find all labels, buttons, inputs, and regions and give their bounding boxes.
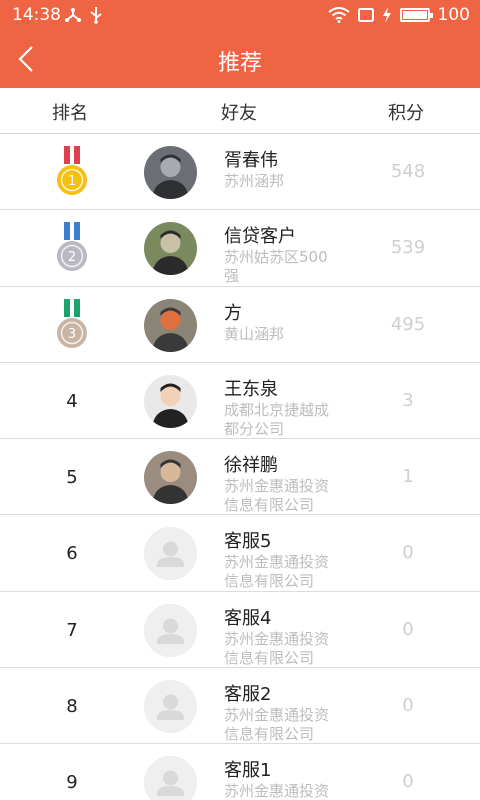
friend-name: 客服5 bbox=[224, 531, 272, 553]
rank-number: 8 bbox=[66, 696, 78, 718]
user-photo-icon bbox=[144, 451, 197, 505]
column-header-friend: 好友 bbox=[221, 103, 257, 124]
avatar[interactable] bbox=[144, 527, 197, 581]
page-title: 推荐 bbox=[217, 51, 262, 76]
default-user-icon bbox=[144, 680, 197, 734]
friend-name: 方 bbox=[224, 302, 242, 324]
friend-name: 客服2 bbox=[224, 684, 272, 706]
friend-score: 0 bbox=[402, 695, 414, 717]
user-photo-icon bbox=[144, 298, 197, 352]
friend-company: 苏州金惠通投资信息有限公司 bbox=[224, 782, 330, 800]
friend-company: 黄山涵邦 bbox=[224, 324, 285, 343]
battery-icon bbox=[399, 8, 433, 22]
friend-company: 苏州涵邦 bbox=[224, 172, 285, 190]
default-user-icon bbox=[144, 756, 197, 800]
ranking-row[interactable]: 6 客服5 苏州金惠通投资信息有限公司 0 bbox=[0, 515, 480, 592]
friend-name: 客服1 bbox=[224, 760, 272, 782]
avatar[interactable] bbox=[144, 298, 197, 352]
friend-score: 0 bbox=[402, 771, 414, 793]
avatar[interactable] bbox=[144, 374, 197, 428]
friend-score: 539 bbox=[390, 237, 426, 259]
ranking-row[interactable]: 2 信贷客户 苏州姑苏区500强 539 bbox=[0, 210, 480, 287]
friend-name: 客服4 bbox=[224, 607, 272, 629]
friend-score: 0 bbox=[402, 618, 414, 640]
friend-company: 苏州金惠通投资信息有限公司 bbox=[224, 553, 330, 591]
ranking-row[interactable]: 4 王东泉 成都北京捷越成都分公司 3 bbox=[0, 363, 480, 440]
friend-company: 苏州金惠通投资信息有限公司 bbox=[224, 706, 330, 744]
rank-number: 5 bbox=[66, 467, 78, 489]
ranking-table-header: 排名 好友 积分 bbox=[0, 88, 480, 134]
ranking-row[interactable]: 1 胥春伟 苏州涵邦 548 bbox=[0, 134, 480, 211]
battery-level: 100 bbox=[437, 5, 470, 25]
ranking-row[interactable]: 8 客服2 苏州金惠通投资信息有限公司 0 bbox=[0, 668, 480, 745]
status-system-icons: 100 bbox=[327, 5, 470, 25]
avatar[interactable] bbox=[144, 222, 197, 276]
avatar[interactable] bbox=[144, 603, 197, 657]
ranking-list: 1 胥春伟 苏州涵邦 548 2 信贷客户 苏州姑苏区500强 539 3 方黄山涵邦 495 4 王东… bbox=[0, 134, 480, 800]
gold-medal-icon: 1 bbox=[57, 146, 87, 195]
friend-score: 548 bbox=[390, 161, 426, 182]
rank-number: 6 bbox=[66, 543, 78, 565]
default-user-icon bbox=[144, 527, 197, 581]
share-icon bbox=[65, 8, 81, 22]
column-header-score: 积分 bbox=[388, 103, 424, 124]
status-notification-icons bbox=[64, 6, 104, 24]
friend-company: 成都北京捷越成都分公司 bbox=[224, 400, 330, 438]
user-photo-icon bbox=[144, 374, 197, 428]
friend-score: 1 bbox=[402, 466, 414, 488]
medal-rank-number: 1 bbox=[68, 174, 76, 189]
medal-rank-number: 2 bbox=[68, 250, 76, 265]
bronze-medal-icon: 3 bbox=[57, 298, 87, 348]
friend-score: 3 bbox=[402, 389, 414, 411]
silver-medal-icon: 2 bbox=[57, 222, 87, 272]
rank-number: 4 bbox=[66, 390, 78, 412]
friend-name: 胥春伟 bbox=[224, 150, 278, 171]
friend-name: 徐祥鹏 bbox=[224, 455, 278, 477]
battery-fill bbox=[402, 11, 427, 19]
avatar[interactable] bbox=[144, 680, 197, 734]
status-time: 14:38 bbox=[12, 5, 61, 25]
column-header-rank: 排名 bbox=[52, 103, 88, 124]
friend-name: 信贷客户 bbox=[224, 226, 296, 248]
sim-icon bbox=[357, 8, 374, 22]
friend-company: 苏州金惠通投资信息有限公司 bbox=[224, 629, 330, 667]
rank-number: 9 bbox=[66, 772, 78, 794]
default-user-icon bbox=[144, 603, 197, 657]
ranking-row[interactable]: 3 方黄山涵邦 495 bbox=[0, 287, 480, 363]
friend-company: 苏州金惠通投资信息有限公司 bbox=[224, 477, 330, 515]
usb-icon bbox=[90, 7, 102, 24]
status-bar: 14:38 100 bbox=[0, 0, 480, 30]
ranking-row[interactable]: 7 客服4 苏州金惠通投资信息有限公司 0 bbox=[0, 592, 480, 669]
user-photo-icon bbox=[144, 146, 197, 199]
avatar[interactable] bbox=[144, 451, 197, 505]
ranking-row[interactable]: 9 客服1苏州金惠通投资信息有限公司 0 bbox=[0, 744, 480, 800]
medal-rank-number: 3 bbox=[68, 327, 76, 342]
friend-score: 495 bbox=[390, 313, 426, 335]
avatar[interactable] bbox=[144, 756, 197, 800]
charging-icon bbox=[382, 7, 391, 23]
app-bar: 推荐 bbox=[0, 30, 480, 88]
user-photo-icon bbox=[144, 222, 197, 276]
friend-name: 王东泉 bbox=[224, 378, 278, 400]
friend-company: 苏州姑苏区500强 bbox=[224, 248, 328, 286]
ranking-row[interactable]: 5 徐祥鹏 苏州金惠通投资信息有限公司 1 bbox=[0, 439, 480, 516]
avatar[interactable] bbox=[144, 146, 197, 199]
rank-number: 7 bbox=[66, 619, 78, 641]
friend-score: 0 bbox=[402, 542, 414, 564]
wifi-icon bbox=[327, 7, 350, 23]
